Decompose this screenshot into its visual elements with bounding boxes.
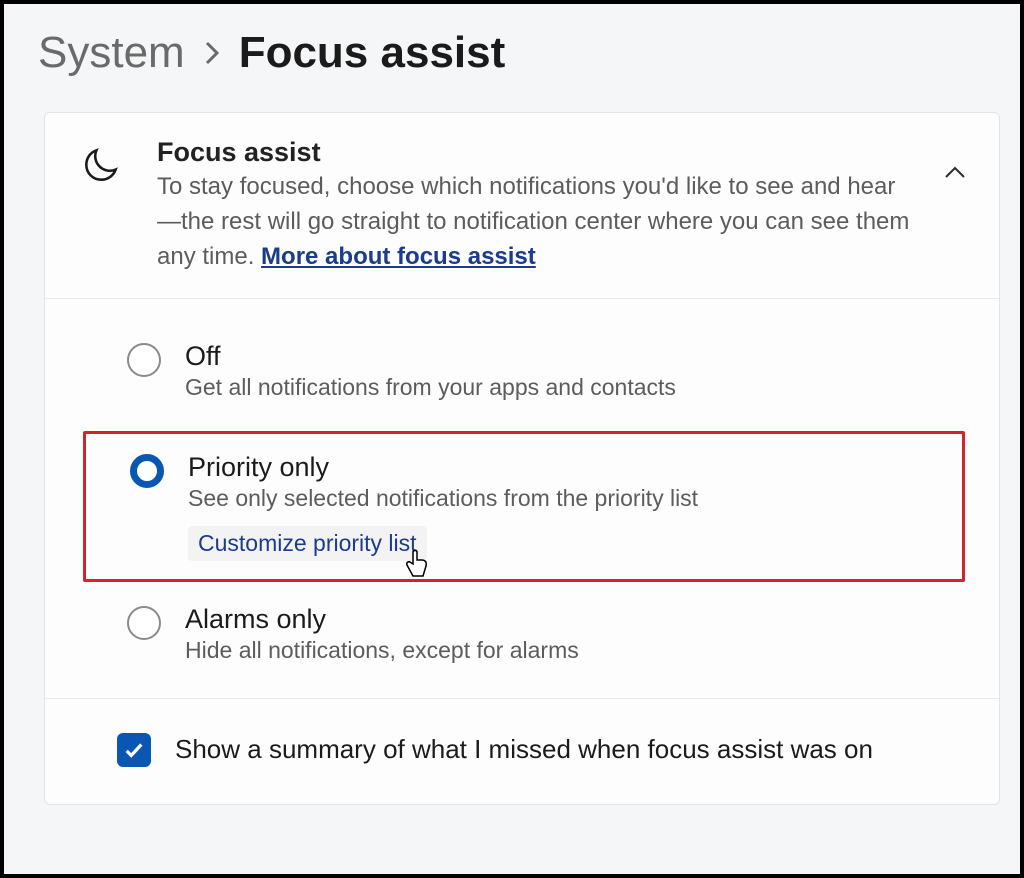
- header-description: To stay focused, choose which notificati…: [157, 170, 915, 274]
- option-alarms-only[interactable]: Alarms only Hide all notifications, exce…: [73, 590, 975, 686]
- option-off[interactable]: Off Get all notifications from your apps…: [73, 327, 975, 423]
- focus-assist-header[interactable]: Focus assist To stay focused, choose whi…: [45, 113, 999, 299]
- breadcrumb-current: Focus assist: [239, 28, 506, 78]
- summary-checkbox-row[interactable]: Show a summary of what I missed when foc…: [45, 699, 999, 803]
- header-title: Focus assist: [157, 137, 915, 168]
- breadcrumb: System Focus assist: [4, 4, 1020, 86]
- breadcrumb-parent[interactable]: System: [38, 28, 185, 78]
- customize-priority-list-link[interactable]: Customize priority list: [188, 526, 427, 561]
- option-off-sub: Get all notifications from your apps and…: [185, 374, 975, 401]
- radio-priority-only[interactable]: [130, 454, 164, 488]
- moon-icon: [73, 137, 129, 187]
- more-about-focus-assist-link[interactable]: More about focus assist: [261, 243, 536, 270]
- summary-checkbox-label: Show a summary of what I missed when foc…: [175, 731, 873, 767]
- option-priority-only[interactable]: Priority only See only selected notifica…: [83, 431, 965, 582]
- focus-assist-card: Focus assist To stay focused, choose whi…: [44, 112, 1000, 805]
- option-priority-title: Priority only: [188, 452, 952, 483]
- option-alarms-title: Alarms only: [185, 604, 975, 635]
- cursor-hand-icon: [402, 546, 432, 585]
- radio-alarms-only[interactable]: [127, 606, 161, 640]
- chevron-up-icon[interactable]: [943, 137, 975, 186]
- radio-off[interactable]: [127, 343, 161, 377]
- chevron-right-icon: [203, 39, 221, 67]
- option-alarms-sub: Hide all notifications, except for alarm…: [185, 637, 975, 664]
- focus-assist-options: Off Get all notifications from your apps…: [45, 299, 999, 699]
- option-priority-sub: See only selected notifications from the…: [188, 485, 952, 512]
- option-off-title: Off: [185, 341, 975, 372]
- summary-checkbox[interactable]: [117, 733, 151, 767]
